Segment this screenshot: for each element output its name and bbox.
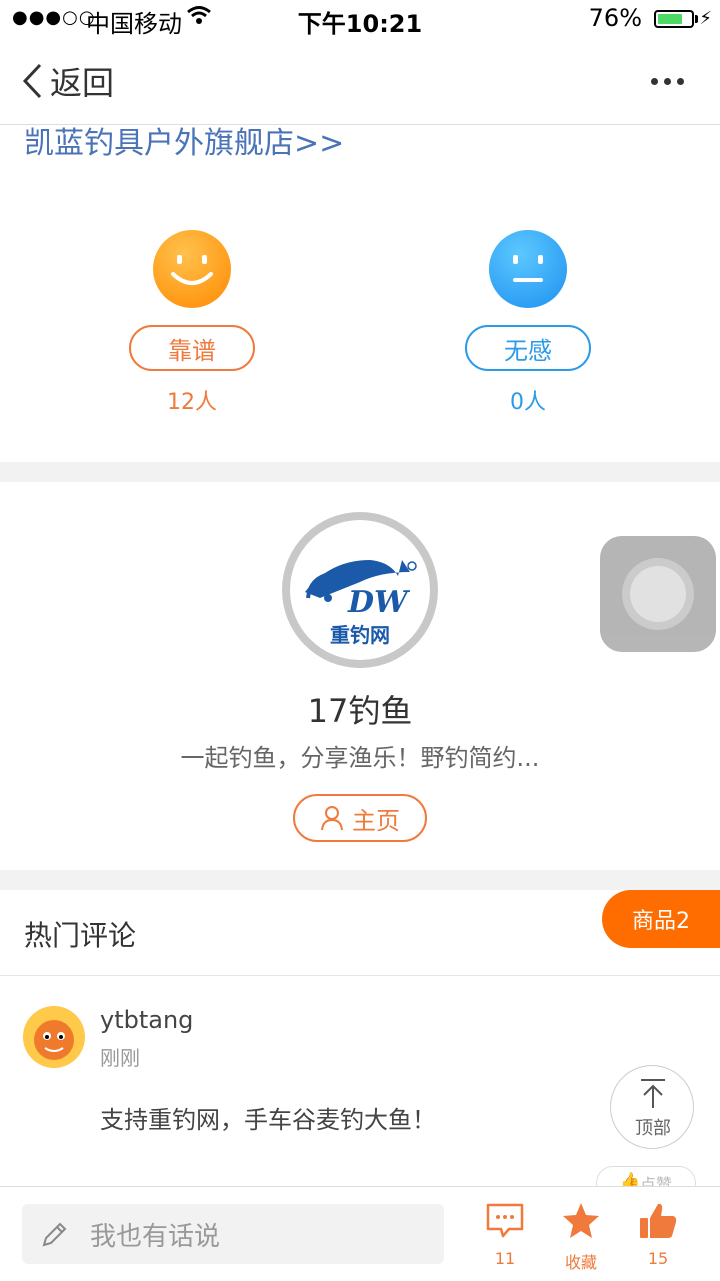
fish-logo-icon: DW 重钓网 (305, 560, 417, 647)
like-button[interactable]: 15 (623, 1201, 693, 1268)
products-tab[interactable]: 商品2 (602, 890, 720, 948)
comment-input[interactable]: 我也有话说 (22, 1204, 444, 1264)
comment-text: 支持重钓网，手车谷麦钓大鱼！ (100, 1106, 436, 1134)
arrow-up-icon (641, 1079, 665, 1108)
battery-tip (695, 15, 698, 23)
comment-input-placeholder: 我也有话说 (90, 1221, 221, 1252)
scroll-top-button[interactable]: 顶部 (610, 1065, 694, 1149)
comments-button[interactable]: 11 (470, 1201, 540, 1268)
svg-text:DW: DW (347, 585, 411, 620)
thumbs-up-icon (640, 1203, 677, 1238)
author-name: 17钓鱼 (307, 692, 413, 730)
star-icon (563, 1203, 599, 1238)
section-divider (0, 870, 720, 890)
chevron-left-icon (22, 63, 42, 99)
assistive-touch-button[interactable] (600, 536, 716, 652)
status-bar: ●●●○○ 中国移动 下午10:21 76% ⚡ (0, 0, 720, 40)
comments-divider (0, 975, 720, 976)
svg-text:重钓网: 重钓网 (330, 623, 390, 647)
comment-icon (486, 1203, 524, 1238)
comments-title: 热门评论 (24, 919, 137, 952)
author-logo[interactable]: DW 重钓网 (282, 512, 438, 668)
pencil-icon (42, 1222, 67, 1247)
more-icon[interactable] (651, 78, 684, 85)
avatar[interactable] (23, 1006, 85, 1068)
battery-icon (654, 10, 694, 28)
author-description: 一起钓鱼，分享渔乐！野钓简约... (180, 744, 540, 772)
section-divider (0, 462, 720, 482)
scroll-top-label: 顶部 (635, 1118, 671, 1139)
back-button[interactable]: 返回 (20, 58, 114, 104)
user-icon (321, 806, 343, 831)
charging-icon: ⚡ (699, 8, 712, 29)
meh-count: 0人 (510, 390, 546, 415)
favorite-button[interactable]: 收藏 (546, 1201, 616, 1273)
reliable-count: 12人 (167, 390, 217, 415)
meh-button[interactable]: 无感 (465, 325, 591, 371)
nav-bar: 返回 (0, 40, 720, 125)
smile-face-icon (153, 230, 231, 308)
comment-username[interactable]: ytbtang (100, 1006, 193, 1034)
like-count: 15 (647, 1249, 669, 1268)
homepage-label: 主页 (352, 806, 400, 835)
bottom-bar: 我也有话说 11 收藏 15 (0, 1186, 720, 1281)
battery-percent: 76% (588, 4, 642, 32)
reliable-button[interactable]: 靠谱 (129, 325, 255, 371)
neutral-face-icon (489, 230, 567, 308)
comment-time: 刚刚 (100, 1046, 140, 1070)
homepage-button[interactable]: 主页 (293, 794, 427, 842)
favorite-label: 收藏 (564, 1253, 597, 1272)
back-label: 返回 (50, 64, 115, 102)
comments-count: 11 (494, 1249, 516, 1268)
